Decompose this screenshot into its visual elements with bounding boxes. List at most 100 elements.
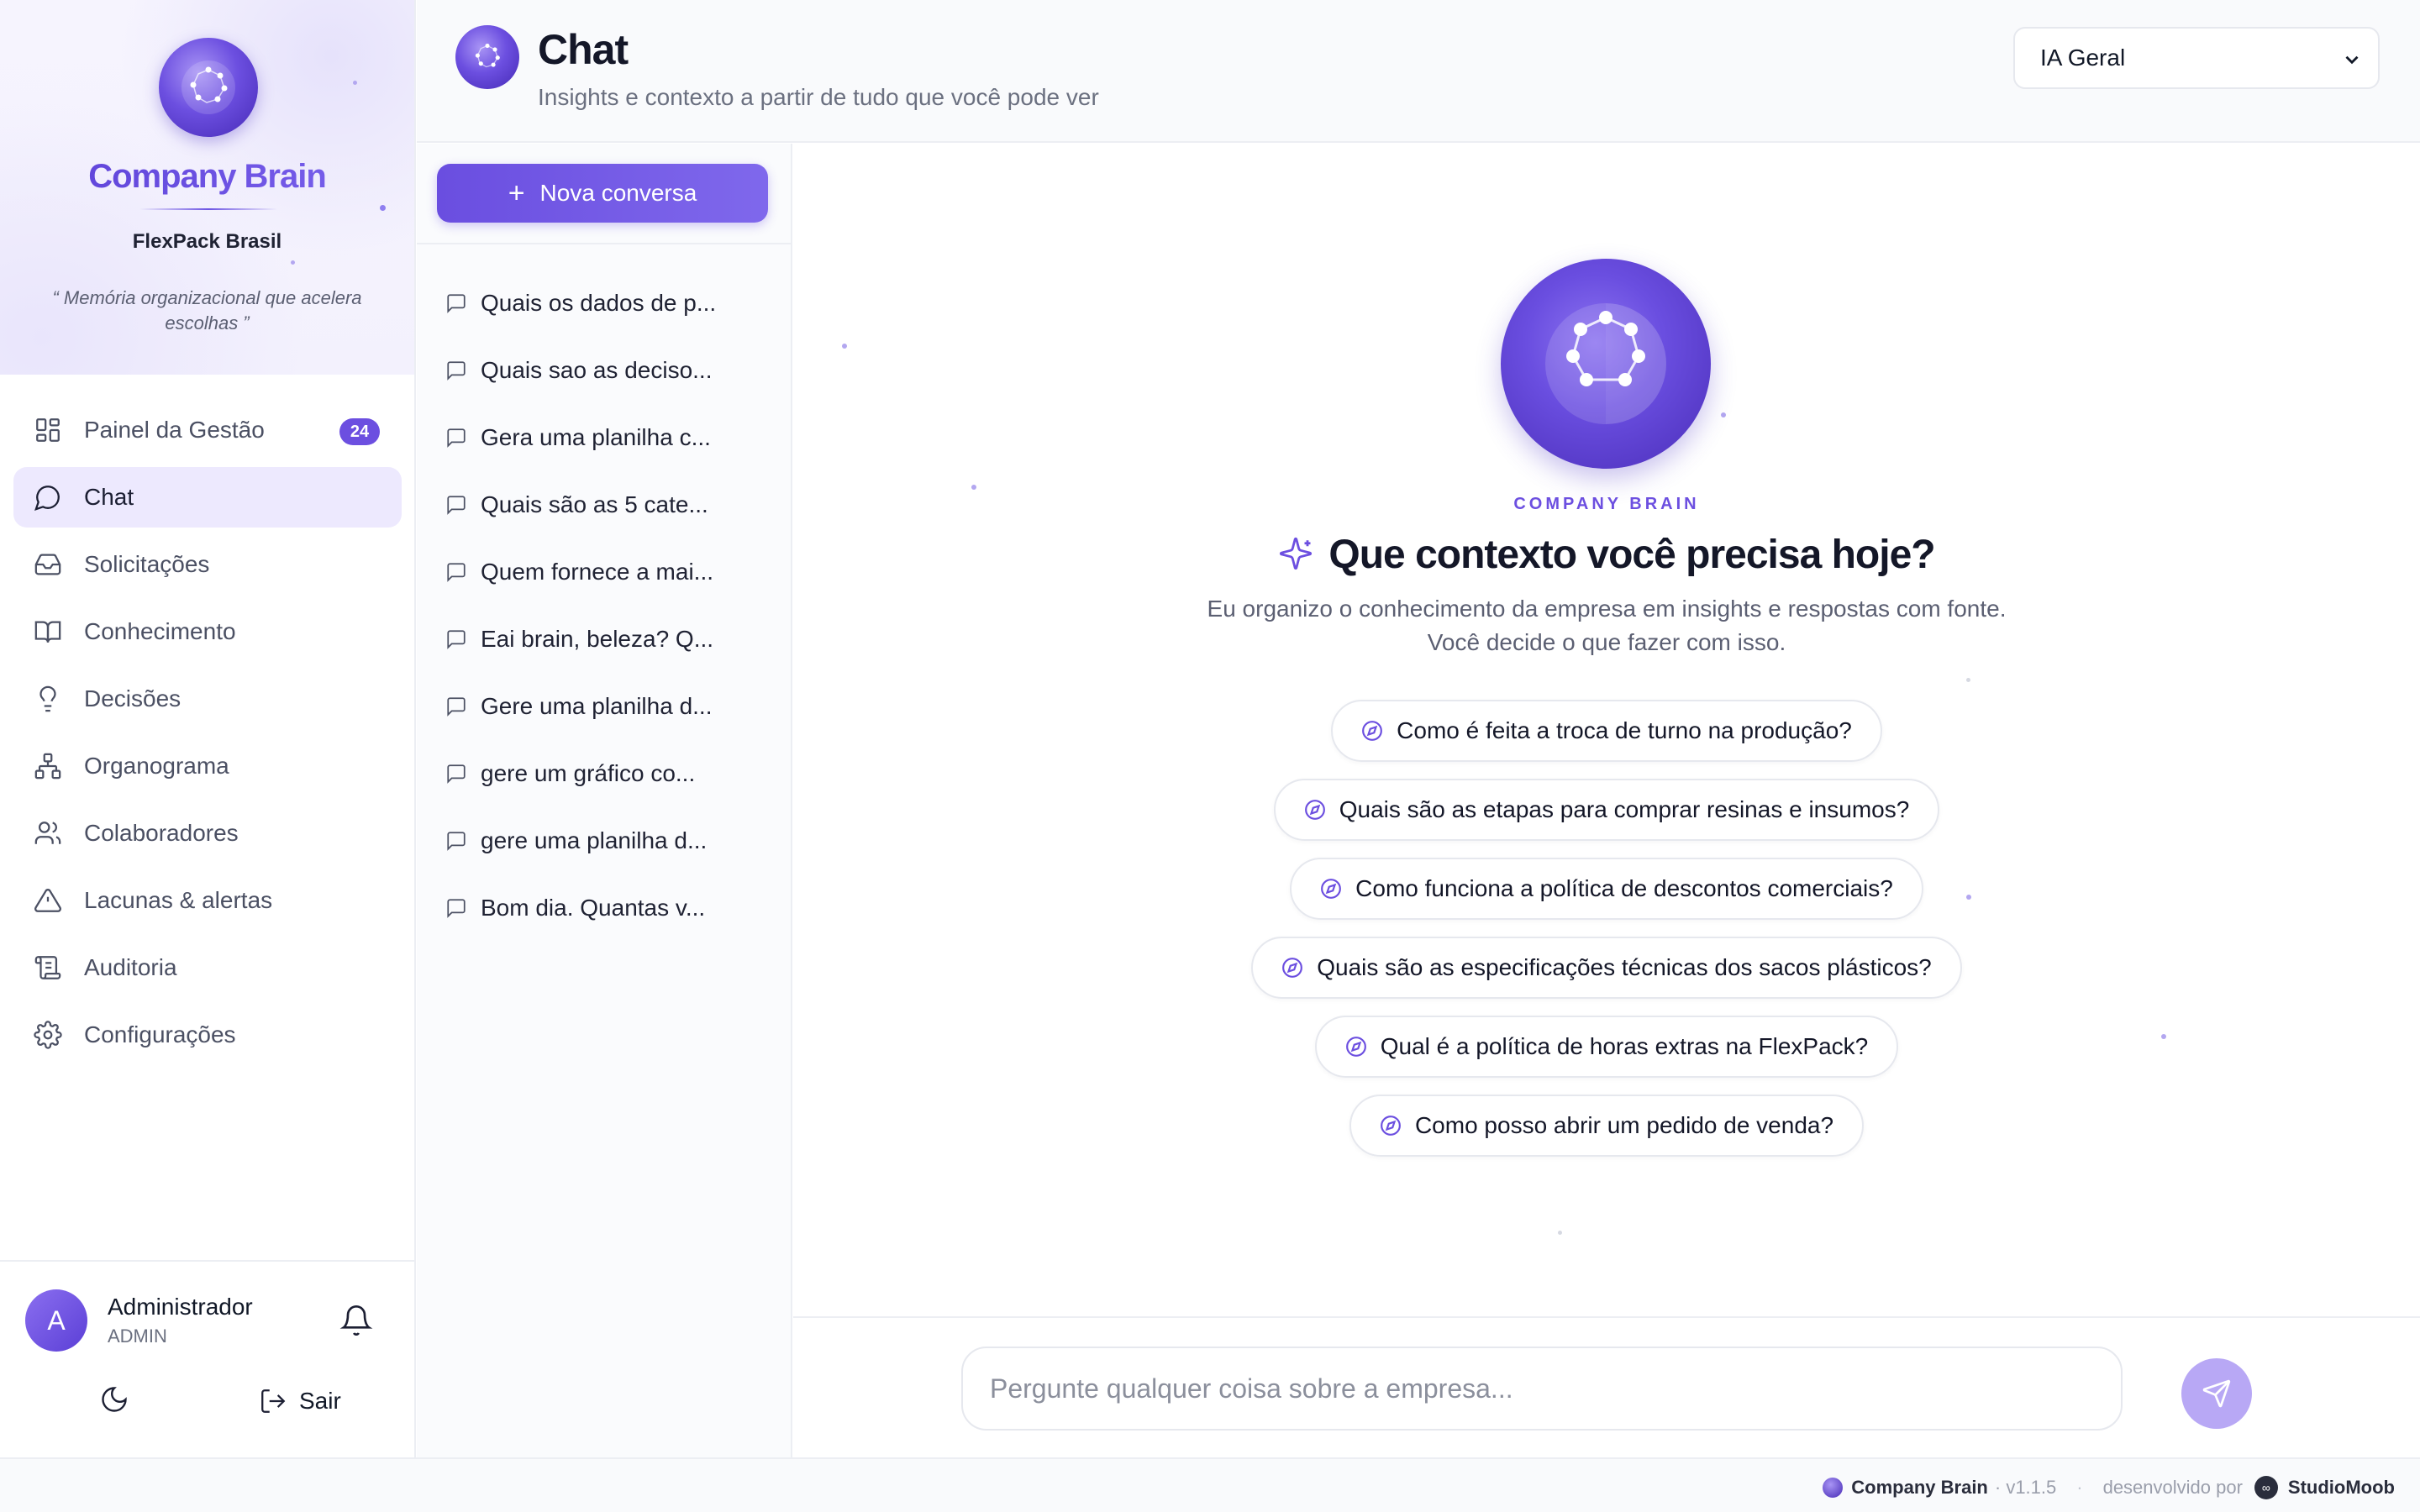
- lightbulb-icon: [34, 685, 62, 713]
- brand-panel: Company Brain FlexPack Brasil “ Memória …: [0, 0, 414, 375]
- brain-logo-icon: [455, 25, 519, 89]
- conversation-items: Quais os dados de p... Quais sao as deci…: [445, 270, 781, 942]
- conversation-item[interactable]: Eai brain, beleza? Q...: [445, 606, 781, 673]
- conversation-item[interactable]: Quais são as 5 cate...: [445, 471, 781, 538]
- footer-credits: Company Brain · v1.1.5 · desenvolvido po…: [1823, 1476, 2395, 1499]
- compass-icon: [1304, 800, 1325, 820]
- send-button[interactable]: [2181, 1358, 2252, 1429]
- suggestion-text: Como funciona a política de descontos co…: [1355, 875, 1893, 901]
- message-composer: [793, 1316, 2420, 1457]
- decorative-dot: [1721, 412, 1726, 417]
- users-icon: [34, 819, 62, 848]
- compass-icon: [1381, 1116, 1401, 1136]
- bell-icon[interactable]: [339, 1304, 373, 1337]
- nav-item-colaboradores[interactable]: Colaboradores: [13, 803, 402, 864]
- footer-version: · v1.1.5: [1994, 1477, 2057, 1498]
- company-name: FlexPack Brasil: [132, 230, 282, 253]
- decorative-dot: [1558, 1231, 1562, 1235]
- new-conversation-button[interactable]: + Nova conversa: [437, 164, 768, 223]
- nav-item-painel[interactable]: Painel da Gestão 24: [13, 400, 402, 460]
- inbox-icon: [34, 550, 62, 579]
- message-input[interactable]: [961, 1347, 2123, 1431]
- nav-item-conhecimento[interactable]: Conhecimento: [13, 601, 402, 662]
- suggestion-chip[interactable]: Quais são as especificações técnicas dos…: [1251, 937, 1962, 999]
- compass-icon: [1321, 879, 1342, 899]
- conversation-title: Quais os dados de p...: [481, 290, 717, 316]
- message-square-icon: [447, 496, 466, 515]
- conversation-title: Eai brain, beleza? Q...: [481, 626, 714, 652]
- conversation-item[interactable]: Gera uma planilha c...: [445, 404, 781, 471]
- nav-label: Decisões: [84, 685, 182, 711]
- brain-logo-icon: [1501, 259, 1711, 469]
- conversation-item[interactable]: Quem fornece a mai...: [445, 538, 781, 606]
- nav-item-auditoria[interactable]: Auditoria: [13, 937, 402, 998]
- model-select-value: IA Geral: [2040, 45, 2126, 71]
- conversation-item[interactable]: Quais os dados de p...: [445, 270, 781, 337]
- new-conversation-label: Nova conversa: [539, 180, 697, 206]
- nav-item-organograma[interactable]: Organograma: [13, 736, 402, 796]
- conversation-title: Quem fornece a mai...: [481, 559, 714, 585]
- chat-main: COMPANY BRAIN Que contexto você precisa …: [793, 144, 2420, 1314]
- suggestion-text: Como posso abrir um pedido de venda?: [1414, 1112, 1834, 1138]
- page-title: Chat: [538, 26, 629, 73]
- decorative-dot: [291, 260, 295, 265]
- suggestion-list: Como é feita a troca de turno na produçã…: [793, 700, 2420, 1173]
- logout-icon: [261, 1389, 286, 1413]
- suggestion-chip[interactable]: Quais são as etapas para comprar resinas…: [1273, 779, 1940, 841]
- model-select[interactable]: IA Geral: [2013, 27, 2380, 89]
- conversation-list: + Nova conversa Quais os dados de p... Q…: [417, 144, 792, 1457]
- notification-count-badge: 24: [339, 418, 380, 445]
- suggestion-chip[interactable]: Qual é a política de horas extras na Fle…: [1314, 1016, 1899, 1078]
- footer-separator: ·: [2076, 1477, 2083, 1498]
- book-icon: [34, 617, 62, 646]
- hero-subtitle-line: Você decide o que fazer com isso.: [1427, 629, 1786, 655]
- message-square-icon: [447, 563, 466, 582]
- conversation-title: Gera uma planilha c...: [481, 424, 711, 450]
- conversation-title: Quais sao as deciso...: [481, 357, 713, 383]
- conversation-title: Bom dia. Quantas v...: [481, 895, 706, 921]
- nav-label: Configurações: [84, 1021, 236, 1047]
- suggestion-chip[interactable]: Como é feita a troca de turno na produçã…: [1331, 700, 1882, 762]
- brand-divider: [139, 208, 277, 210]
- decorative-dot: [380, 205, 386, 211]
- app-footer: Company Brain · v1.1.5 · desenvolvido po…: [0, 1457, 2420, 1512]
- message-square-icon: [447, 697, 466, 717]
- nav-item-configuracoes[interactable]: Configurações: [13, 1005, 402, 1065]
- warning-icon: [34, 886, 62, 915]
- nav-label: Solicitações: [84, 551, 210, 577]
- decorative-dot: [353, 81, 357, 85]
- suggestion-text: Quais são as etapas para comprar resinas…: [1339, 796, 1910, 822]
- logout-button[interactable]: Sair: [259, 1384, 341, 1418]
- user-role: ADMIN: [108, 1326, 167, 1347]
- nav-item-chat[interactable]: Chat: [13, 467, 402, 528]
- avatar[interactable]: A: [25, 1289, 87, 1352]
- nav-item-decisoes[interactable]: Decisões: [13, 669, 402, 729]
- conversation-item[interactable]: gere um gráfico co...: [445, 740, 781, 807]
- gear-icon: [34, 1021, 62, 1049]
- nav-label: Painel da Gestão: [84, 417, 265, 443]
- message-square-icon: [447, 764, 466, 784]
- dashboard-icon: [34, 416, 62, 444]
- conversation-item[interactable]: gere uma planilha d...: [445, 807, 781, 874]
- suggestion-chip[interactable]: Como posso abrir um pedido de venda?: [1349, 1095, 1865, 1157]
- send-icon: [2202, 1379, 2231, 1408]
- message-square-icon: [447, 630, 466, 649]
- footer-dev-label: desenvolvido por: [2102, 1477, 2243, 1498]
- studiomoob-logo-icon: ∞: [2254, 1476, 2278, 1499]
- decorative-dot: [1966, 678, 1970, 682]
- conversation-title: Gere uma planilha d...: [481, 693, 713, 719]
- suggestion-chip[interactable]: Como funciona a política de descontos co…: [1290, 858, 1923, 920]
- compass-icon: [1282, 958, 1303, 978]
- message-square-icon: [447, 361, 466, 381]
- conversation-item[interactable]: Gere uma planilha d...: [445, 673, 781, 740]
- divider: [417, 243, 791, 244]
- hero-subtitle-line: Eu organizo o conhecimento da empresa em…: [1207, 596, 2007, 622]
- scroll-icon: [34, 953, 62, 982]
- nav-item-lacunas[interactable]: Lacunas & alertas: [13, 870, 402, 931]
- moon-icon[interactable]: [99, 1384, 133, 1418]
- nav-item-solicitacoes[interactable]: Solicitações: [13, 534, 402, 595]
- conversation-item[interactable]: Quais sao as deciso...: [445, 337, 781, 404]
- conversation-item[interactable]: Bom dia. Quantas v...: [445, 874, 781, 942]
- footer-app-name: Company Brain: [1851, 1477, 1988, 1498]
- footer-dev-name[interactable]: StudioMoob: [2288, 1477, 2395, 1499]
